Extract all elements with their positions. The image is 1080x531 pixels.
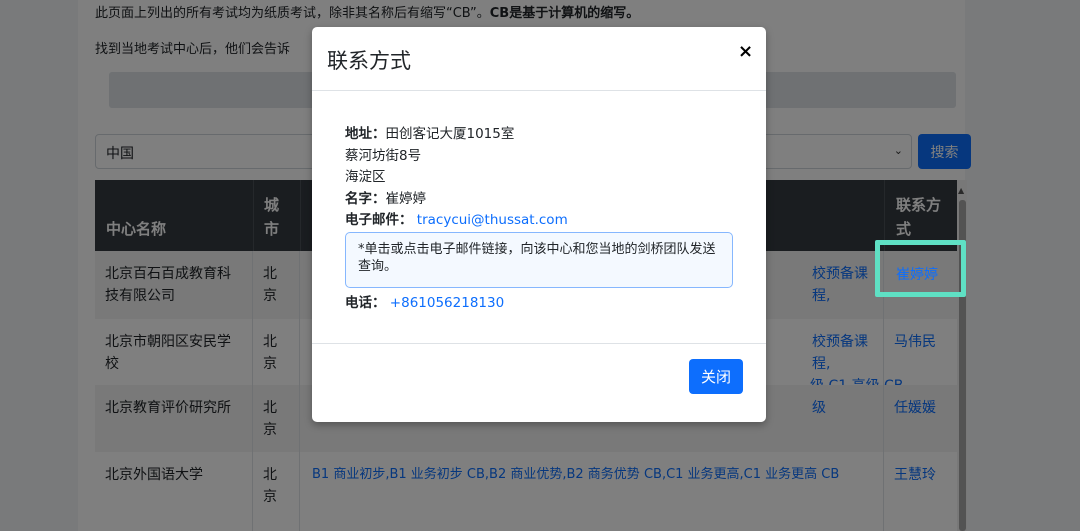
- modal-title: 联系方式: [327, 49, 411, 73]
- email-link[interactable]: tracycui@thussat.com: [417, 212, 568, 228]
- address-line: 海淀区: [345, 169, 386, 185]
- contact-name-line: 名字：崔婷婷: [345, 190, 426, 207]
- modal-body: 地址：田创客记大厦1015室 蔡河坊街8号 海淀区 名字：崔婷婷 电子邮件： t…: [345, 124, 745, 232]
- close-icon[interactable]: ×: [738, 41, 753, 62]
- address-line: 蔡河坊街8号: [345, 147, 422, 164]
- email-info-box: *单击或点击电子邮件链接，向该中心和您当地的剑桥团队发送查询。: [345, 232, 733, 288]
- highlight-box: [875, 240, 966, 297]
- modal-footer: 关闭: [312, 343, 766, 422]
- modal-header: 联系方式 ×: [312, 27, 766, 91]
- email-line: 电子邮件： tracycui@thussat.com: [345, 212, 568, 228]
- phone-link[interactable]: +861056218130: [390, 295, 504, 311]
- phone-line: 电话： +861056218130: [345, 295, 505, 311]
- contact-modal: 联系方式 × 地址：田创客记大厦1015室 蔡河坊街8号 海淀区 名字：崔婷婷 …: [312, 27, 766, 422]
- address-line: 地址：田创客记大厦1015室: [345, 126, 515, 142]
- close-button[interactable]: 关闭: [689, 359, 743, 394]
